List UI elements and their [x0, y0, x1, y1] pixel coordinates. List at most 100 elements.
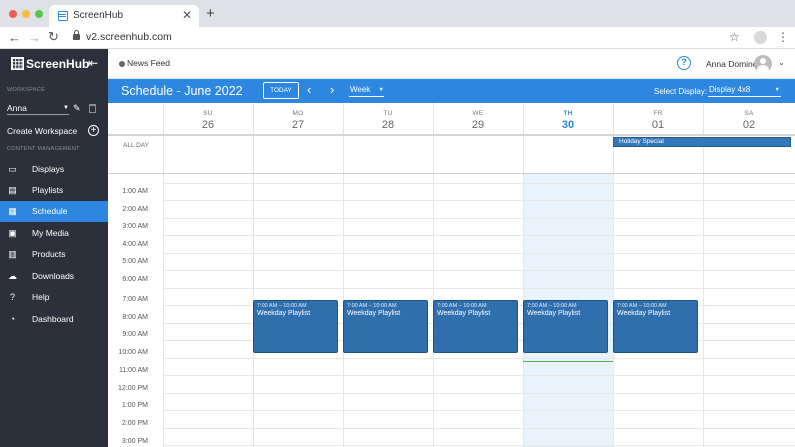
event-tuesday[interactable]: 7:00 AM – 10:00 AM Weekday Playlist — [343, 300, 428, 353]
sidebar-item-help[interactable]: ? Help — [0, 287, 108, 308]
time-label: 4:00 AM — [122, 241, 148, 248]
collapse-sidebar-icon[interactable]: ⇤ — [88, 56, 98, 70]
sidebar-item-label: Playlists — [32, 185, 64, 195]
sidebar-item-downloads[interactable]: ☁ Downloads — [0, 266, 108, 287]
sidebar-item-dashboard[interactable]: ◔ Dashboard — [0, 309, 108, 330]
help-circle-icon[interactable]: ? — [677, 56, 691, 70]
event-time: 7:00 AM – 10:00 AM — [617, 303, 667, 309]
hour-line — [163, 358, 795, 359]
event-title: Weekday Playlist — [617, 310, 671, 317]
day-header-tuesday[interactable]: TU 28 — [343, 103, 433, 134]
day-abbr: MO — [292, 110, 304, 117]
tab-close-icon[interactable]: ✕ — [182, 8, 192, 22]
day-number: 30 — [561, 119, 575, 131]
all-day-divider — [108, 173, 795, 174]
time-label: 2:00 PM — [121, 420, 148, 427]
sidebar: WORKSPACE Anna ▼ ✎ Create Workspace + CO… — [0, 79, 108, 447]
new-tab-icon[interactable]: + — [206, 6, 215, 21]
sidebar-item-my-media[interactable]: ▣ My Media — [0, 223, 108, 244]
hour-line — [163, 288, 795, 289]
chevron-down-icon[interactable]: ⌄ — [778, 58, 785, 67]
sidebar-item-schedule[interactable]: ▦ Schedule — [0, 201, 108, 222]
hour-line — [163, 253, 795, 254]
time-label: 11:00 AM — [118, 367, 148, 374]
browser-toolbar: ← → ↻ v2.screenhub.com ☆ ⋮ — [0, 27, 795, 49]
event-thursday[interactable]: 7:00 AM – 10:00 AM Weekday Playlist — [523, 300, 608, 353]
hour-line — [163, 445, 795, 446]
trash-icon[interactable] — [89, 104, 96, 113]
sidebar-item-products[interactable]: ▥ Products — [0, 244, 108, 265]
time-label: 8:00 AM — [122, 314, 148, 321]
view-select[interactable]: Week ▼ — [349, 85, 384, 97]
day-number: 28 — [381, 119, 395, 131]
hour-line — [163, 393, 795, 394]
sidebar-item-playlists[interactable]: ▤ Playlists — [0, 180, 108, 201]
day-header-friday[interactable]: FR 01 — [613, 103, 703, 134]
browser-menu-icon[interactable]: ⋮ — [777, 30, 789, 44]
time-label: 12:00 PM — [118, 385, 148, 392]
window-maximize-button[interactable] — [35, 10, 43, 18]
day-abbr: TH — [563, 110, 573, 117]
window-close-button[interactable] — [9, 10, 17, 18]
time-label: 10:00 AM — [118, 349, 148, 356]
chevron-right-icon[interactable]: › — [330, 82, 334, 97]
day-number: 01 — [651, 119, 665, 131]
day-header-saturday[interactable]: SA 02 — [703, 103, 795, 134]
reload-icon[interactable]: ↻ — [48, 29, 59, 45]
media-icon: ▣ — [8, 228, 17, 238]
column-divider — [703, 103, 704, 447]
week-calendar: SU 26 MO 27 TU 28 WE 29 TH 30 FR 01 SA 0… — [108, 103, 795, 447]
day-abbr: FR — [653, 110, 663, 117]
workspace-value: Anna — [7, 103, 27, 113]
browser-profile-avatar[interactable] — [754, 31, 767, 44]
brand-name: ScreenHub — [26, 57, 90, 71]
sidebar-item-label: Displays — [32, 164, 65, 174]
event-title: Weekday Playlist — [257, 310, 311, 317]
back-arrow-icon[interactable]: ← — [8, 30, 21, 45]
day-header-monday[interactable]: MO 27 — [253, 103, 343, 134]
time-label: 9:00 AM — [122, 331, 148, 338]
day-header-thursday[interactable]: TH 30 — [523, 103, 613, 134]
holiday-event[interactable]: Holiday Special — [613, 137, 791, 147]
event-friday[interactable]: 7:00 AM – 10:00 AM Weekday Playlist — [613, 300, 698, 353]
sidebar-item-label: Products — [32, 249, 66, 259]
day-abbr: SA — [744, 110, 754, 117]
all-day-label: ALL DAY — [123, 142, 150, 149]
display-value: Display 4x8 — [709, 85, 751, 94]
column-divider — [163, 103, 164, 447]
day-header-wednesday[interactable]: WE 29 — [433, 103, 523, 134]
event-monday[interactable]: 7:00 AM – 10:00 AM Weekday Playlist — [253, 300, 338, 353]
chevron-left-icon[interactable]: ‹ — [307, 82, 311, 97]
calendar-icon: ▦ — [8, 206, 17, 216]
window-minimize-button[interactable] — [22, 10, 30, 18]
page-title: Schedule - June 2022 — [121, 84, 243, 98]
app-header: ScreenHub ⇤ News Feed ? Anna Domino ⌄ — [0, 49, 795, 79]
user-name[interactable]: Anna Domino — [706, 59, 758, 69]
add-circle-icon[interactable]: + — [88, 125, 99, 136]
select-display-label: Select Display: — [654, 87, 707, 96]
display-select[interactable]: Display 4x8 ▼ — [708, 85, 781, 97]
edit-pencil-icon[interactable]: ✎ — [73, 103, 81, 114]
create-workspace-link[interactable]: Create Workspace — [7, 126, 77, 136]
event-wednesday[interactable]: 7:00 AM – 10:00 AM Weekday Playlist — [433, 300, 518, 353]
sidebar-item-label: Downloads — [32, 271, 75, 281]
event-time: 7:00 AM – 10:00 AM — [257, 303, 307, 309]
day-header-sunday[interactable]: SU 26 — [163, 103, 253, 134]
day-abbr: WE — [472, 110, 484, 117]
event-title: Weekday Playlist — [347, 310, 401, 317]
sidebar-item-displays[interactable]: ▭ Displays — [0, 159, 108, 180]
current-time-indicator — [523, 361, 613, 362]
news-feed-link[interactable]: News Feed — [127, 58, 170, 68]
day-abbr: TU — [383, 110, 393, 117]
forward-arrow-icon[interactable]: → — [28, 30, 41, 45]
day-number: 26 — [201, 119, 215, 131]
hour-line — [163, 410, 795, 411]
today-button[interactable]: TODAY — [263, 82, 299, 99]
bookmark-star-icon[interactable]: ☆ — [729, 30, 740, 44]
hour-line — [163, 200, 795, 201]
browser-tab[interactable]: ScreenHub ✕ — [49, 5, 199, 27]
time-label: 5:00 AM — [122, 258, 148, 265]
workspace-select[interactable]: Anna ▼ — [7, 103, 69, 115]
address-bar[interactable]: v2.screenhub.com — [86, 31, 172, 43]
user-avatar[interactable] — [754, 55, 772, 73]
